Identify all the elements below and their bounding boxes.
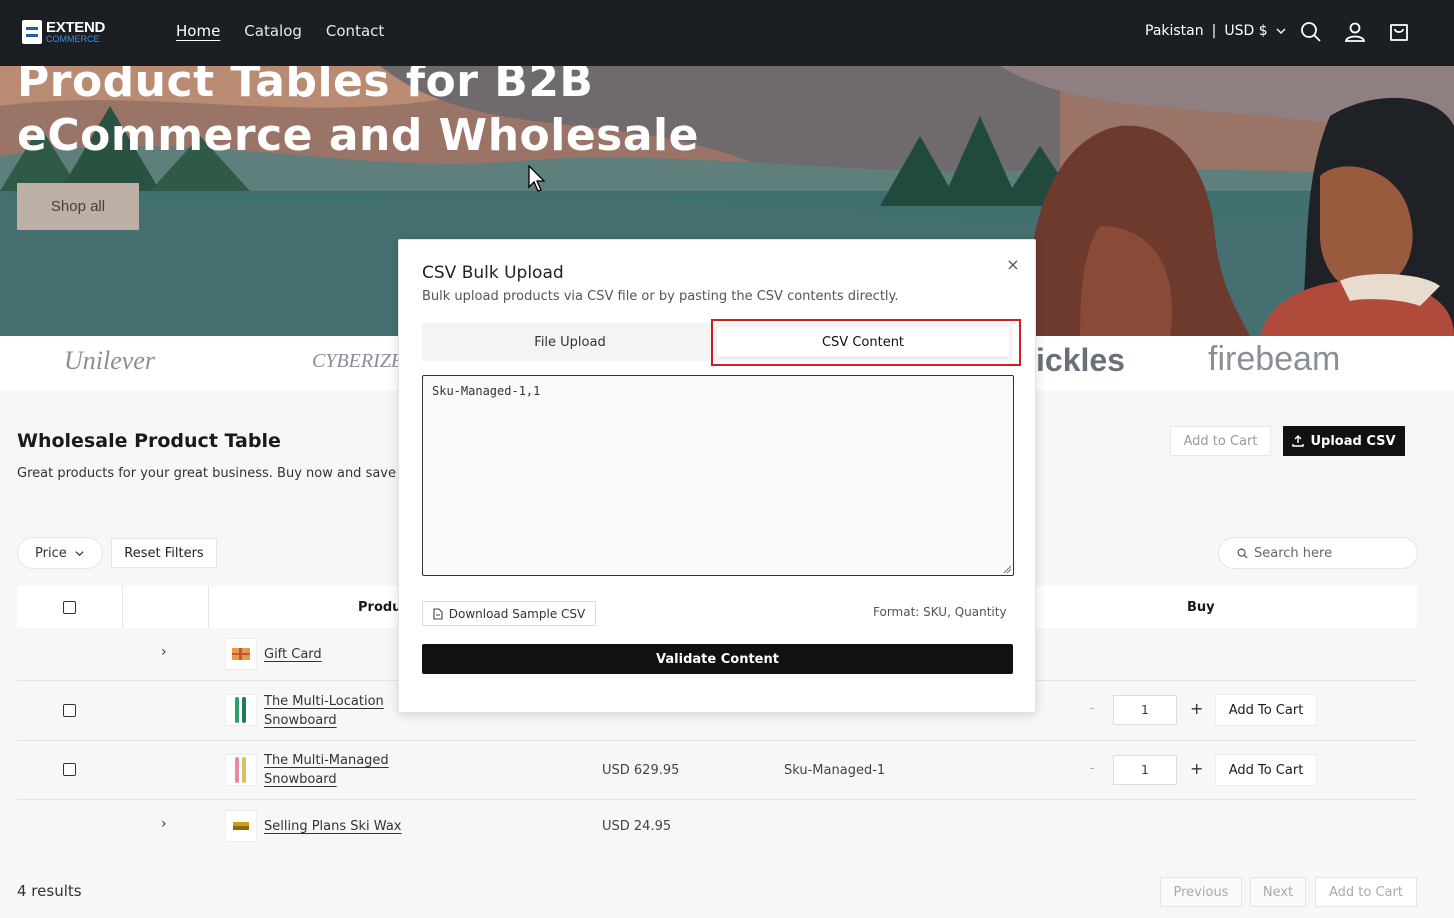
main-nav: Home Catalog Contact [176, 22, 384, 40]
download-sample-label: Download Sample CSV [448, 606, 586, 621]
price-filter-label: Price [35, 545, 67, 561]
brand-pickles: ickles [1036, 342, 1125, 378]
select-all-checkbox[interactable] [63, 601, 76, 614]
table-row: › Selling Plans Ski Wax USD 24.95 [17, 800, 1417, 852]
brand-firebeam: firebeam [1208, 340, 1341, 378]
product-thumbnail [225, 638, 257, 670]
chevron-down-icon [1276, 28, 1286, 34]
nav-home[interactable]: Home [176, 22, 220, 40]
hero-title-line1: Product Tables for B2B [17, 66, 594, 107]
quantity-input[interactable]: 1 [1113, 695, 1177, 725]
product-link[interactable]: Gift Card [264, 645, 322, 664]
row-checkbox[interactable] [63, 763, 76, 776]
gift-card-icon [232, 648, 250, 660]
qty-increment-button[interactable]: + [1190, 759, 1203, 778]
quantity-input[interactable]: 1 [1113, 755, 1177, 785]
search-icon [1237, 548, 1248, 559]
upload-csv-label: Upload CSV [1310, 433, 1396, 449]
file-icon [433, 607, 443, 620]
previous-page-button[interactable]: Previous [1160, 877, 1242, 907]
country-label: Pakistan [1145, 23, 1204, 39]
mouse-cursor-icon [528, 165, 546, 192]
shop-all-button[interactable]: Shop all [17, 183, 139, 230]
qty-decrement-button[interactable]: - [1090, 701, 1095, 716]
product-name-line1: The Multi-Managed [264, 753, 389, 768]
qty-increment-button[interactable]: + [1190, 699, 1203, 718]
snowboard-icon [235, 697, 246, 723]
snowboard-icon [235, 757, 246, 783]
logo[interactable]: EXTEND COMMERCE [22, 20, 105, 44]
csv-upload-modal: CSV Bulk Upload Bulk upload products via… [398, 239, 1036, 713]
product-thumbnail [225, 694, 257, 726]
next-page-button[interactable]: Next [1250, 877, 1306, 907]
logo-text-primary: EXTEND [46, 19, 106, 36]
search-input[interactable]: Search here [1218, 537, 1418, 569]
results-count: 4 results [17, 882, 82, 900]
qty-decrement-button[interactable]: - [1090, 761, 1095, 776]
modal-title: CSV Bulk Upload [422, 263, 564, 283]
column-divider [208, 586, 209, 628]
product-name-line1: The Multi-Location [264, 694, 384, 709]
locale-selector[interactable]: Pakistan | USD $ [1145, 23, 1286, 39]
site-header: EXTEND COMMERCE Home Catalog Contact Pak… [0, 0, 1454, 66]
product-name-line2: Snowboard [264, 713, 337, 728]
product-link[interactable]: Selling Plans Ski Wax [264, 817, 401, 836]
search-placeholder: Search here [1254, 545, 1333, 561]
column-header-buy: Buy [1187, 599, 1215, 615]
account-icon[interactable] [1343, 20, 1367, 44]
brand-unilever: Unilever [64, 346, 155, 375]
cart-icon[interactable] [1387, 20, 1411, 44]
ski-wax-icon [233, 822, 249, 830]
add-to-cart-bottom-button[interactable]: Add to Cart [1315, 877, 1417, 907]
close-icon[interactable]: × [1005, 255, 1021, 274]
upload-csv-button[interactable]: Upload CSV [1283, 426, 1405, 456]
product-price: USD 24.95 [602, 819, 672, 834]
product-thumbnail [225, 754, 257, 786]
tab-file-upload[interactable]: File Upload [422, 323, 718, 361]
validate-content-button[interactable]: Validate Content [422, 644, 1013, 674]
logo-mark-icon [22, 20, 42, 44]
add-to-cart-top-button[interactable]: Add to Cart [1170, 426, 1271, 456]
product-sku: Sku-Managed-1 [784, 763, 886, 778]
chevron-down-icon [75, 550, 84, 556]
product-name-line2: Snowboard [264, 772, 337, 787]
hero-title-line2: eCommerce and Wholesale [17, 110, 699, 161]
nav-catalog[interactable]: Catalog [244, 22, 302, 40]
product-thumbnail [225, 810, 257, 842]
section-title: Wholesale Product Table [17, 430, 281, 452]
nav-contact[interactable]: Contact [326, 22, 384, 40]
modal-subtitle: Bulk upload products via CSV file or by … [422, 289, 899, 304]
brand-cyberize: CYBERIZE [312, 350, 404, 372]
column-header-product[interactable]: Produ [358, 586, 401, 628]
download-sample-csv-button[interactable]: Download Sample CSV [422, 601, 596, 626]
chevron-right-icon[interactable]: › [161, 644, 167, 660]
add-to-cart-button[interactable]: Add To Cart [1215, 694, 1317, 726]
row-checkbox[interactable] [63, 704, 76, 717]
csv-content-textarea[interactable] [422, 375, 1014, 576]
locale-separator: | [1211, 23, 1217, 39]
logo-text-secondary: COMMERCE [46, 34, 100, 44]
search-icon[interactable] [1299, 20, 1323, 44]
chevron-right-icon[interactable]: › [161, 816, 167, 832]
upload-icon [1292, 435, 1305, 447]
price-filter[interactable]: Price [17, 537, 103, 569]
reset-filters-button[interactable]: Reset Filters [111, 538, 217, 568]
resize-handle-icon[interactable] [1003, 565, 1012, 574]
format-hint: Format: SKU, Quantity [873, 605, 1007, 619]
tab-highlight-box [711, 319, 1021, 366]
column-divider [122, 586, 123, 628]
section-subtitle: Great products for your great business. … [17, 466, 417, 481]
add-to-cart-button[interactable]: Add To Cart [1215, 754, 1317, 786]
table-row: The Multi-Managed Snowboard USD 629.95 S… [17, 741, 1417, 800]
currency-label: USD $ [1224, 23, 1268, 39]
product-link[interactable]: The Multi-Managed Snowboard [264, 751, 389, 789]
product-price: USD 629.95 [602, 763, 680, 778]
product-link[interactable]: The Multi-Location Snowboard [264, 692, 384, 730]
